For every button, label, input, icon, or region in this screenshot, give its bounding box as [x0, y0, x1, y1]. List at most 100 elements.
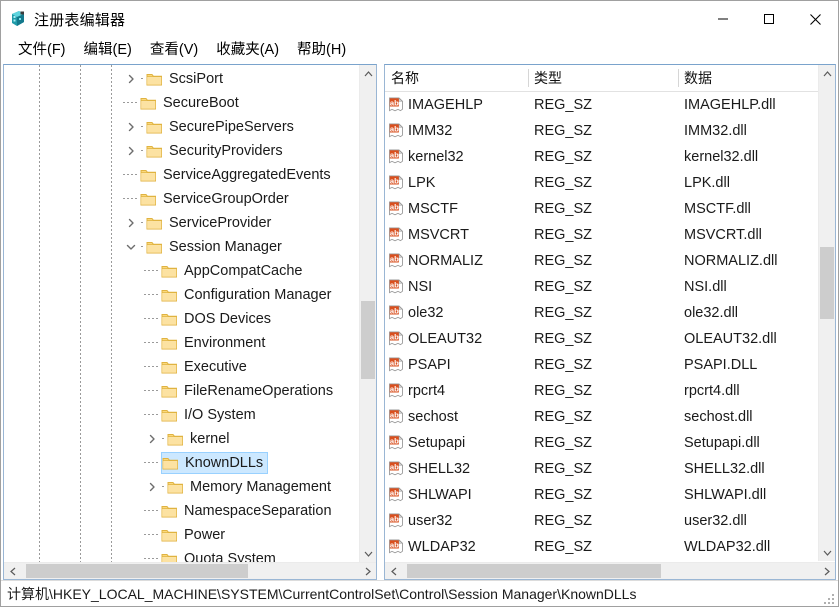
registry-value-row[interactable]: ab PSAPI REG_SZ PSAPI.DLL: [385, 352, 835, 378]
tree-node-connector: [143, 523, 161, 547]
tree-node-content[interactable]: kernel: [161, 428, 235, 450]
chevron-down-icon[interactable]: [122, 235, 140, 259]
registry-value-row[interactable]: ab kernel32 REG_SZ kernel32.dll: [385, 144, 835, 170]
tree-node-namespaceseparation[interactable]: NamespaceSeparation: [4, 499, 376, 523]
scroll-down-icon[interactable]: [360, 545, 376, 562]
chevron-right-icon[interactable]: [143, 427, 161, 451]
tree-node-content[interactable]: Power: [161, 524, 230, 546]
tree-node-content[interactable]: Session Manager: [140, 236, 287, 258]
tree-node-session-manager[interactable]: Session Manager: [4, 235, 376, 259]
registry-value-row[interactable]: ab rpcrt4 REG_SZ rpcrt4.dll: [385, 378, 835, 404]
tree-node-i-o-system[interactable]: I/O System: [4, 403, 376, 427]
tree-node-content[interactable]: SecurityProviders: [140, 140, 288, 162]
tree-node-content[interactable]: I/O System: [161, 404, 261, 426]
tree-node-content[interactable]: KnownDLLs: [161, 452, 269, 474]
registry-value-row[interactable]: ab Setupapi REG_SZ Setupapi.dll: [385, 430, 835, 456]
maximize-button[interactable]: [746, 1, 792, 37]
chevron-right-icon[interactable]: [122, 67, 140, 91]
value-data-label: SHELL32.dll: [684, 461, 765, 477]
tree-node-appcompatcache[interactable]: AppCompatCache: [4, 259, 376, 283]
tree-node-content[interactable]: FileRenameOperations: [161, 380, 338, 402]
tree-node-content[interactable]: ServiceProvider: [140, 212, 276, 234]
tree-node-content[interactable]: Memory Management: [161, 476, 336, 498]
tree-node-secureboot[interactable]: SecureBoot: [4, 91, 376, 115]
tree-node-configuration-manager[interactable]: Configuration Manager: [4, 283, 376, 307]
tree-node-power[interactable]: Power: [4, 523, 376, 547]
value-name-cell: ab MSVCRT: [385, 227, 528, 243]
tree-node-content[interactable]: NamespaceSeparation: [161, 500, 337, 522]
chevron-right-icon[interactable]: [122, 211, 140, 235]
tree-node-content[interactable]: SecurePipeServers: [140, 116, 299, 138]
minimize-button[interactable]: [700, 1, 746, 37]
tree-scroll-thumb[interactable]: [361, 301, 375, 379]
tree-node-dos-devices[interactable]: DOS Devices: [4, 307, 376, 331]
registry-value-row[interactable]: ab NORMALIZ REG_SZ NORMALIZ.dll: [385, 248, 835, 274]
tree-node-quota-system[interactable]: Quota System: [4, 547, 376, 562]
tree-node-content[interactable]: DOS Devices: [161, 308, 276, 330]
registry-value-row[interactable]: ab IMAGEHLP REG_SZ IMAGEHLP.dll: [385, 92, 835, 118]
tree-vertical-scrollbar[interactable]: [359, 65, 376, 562]
tree-node-executive[interactable]: Executive: [4, 355, 376, 379]
tree-node-content[interactable]: ServiceAggregatedEvents: [140, 164, 336, 186]
window-title: 注册表编辑器: [34, 11, 126, 29]
chevron-right-icon[interactable]: [122, 139, 140, 163]
menu-help[interactable]: 帮助(H): [288, 39, 355, 62]
tree-node-content[interactable]: Environment: [161, 332, 270, 354]
column-header-data[interactable]: 数据: [678, 65, 835, 91]
tree-node-filerenameoperations[interactable]: FileRenameOperations: [4, 379, 376, 403]
scroll-right-icon[interactable]: [818, 563, 835, 579]
tree-node-knowndlls[interactable]: KnownDLLs: [4, 451, 376, 475]
tree-node-securepipeservers[interactable]: SecurePipeServers: [4, 115, 376, 139]
tree-node-serviceprovider[interactable]: ServiceProvider: [4, 211, 376, 235]
tree-node-servicegrouporder[interactable]: ServiceGroupOrder: [4, 187, 376, 211]
registry-value-row[interactable]: ab user32 REG_SZ user32.dll: [385, 508, 835, 534]
list-scroll-thumb[interactable]: [820, 247, 834, 319]
scroll-down-icon[interactable]: [819, 544, 835, 561]
tree-node-serviceaggregatedevents[interactable]: ServiceAggregatedEvents: [4, 163, 376, 187]
tree-node-content[interactable]: Executive: [161, 356, 252, 378]
registry-value-row[interactable]: ab IMM32 REG_SZ IMM32.dll: [385, 118, 835, 144]
menu-favorites[interactable]: 收藏夹(A): [207, 39, 288, 62]
list-hscroll-thumb[interactable]: [407, 564, 661, 578]
tree-node-content[interactable]: SecureBoot: [140, 92, 244, 114]
tree-node-content[interactable]: Configuration Manager: [161, 284, 337, 306]
list-vertical-scrollbar[interactable]: [818, 65, 835, 561]
menu-view[interactable]: 查看(V): [141, 39, 207, 62]
menu-file[interactable]: 文件(F): [9, 39, 75, 62]
scroll-left-icon[interactable]: [4, 563, 21, 579]
list-horizontal-scrollbar[interactable]: [385, 562, 835, 579]
registry-value-row[interactable]: ab ole32 REG_SZ ole32.dll: [385, 300, 835, 326]
column-header-name[interactable]: 名称: [385, 65, 528, 91]
chevron-right-icon[interactable]: [143, 475, 161, 499]
close-button[interactable]: [792, 1, 838, 37]
tree-node-content[interactable]: ScsiPort: [140, 68, 228, 90]
tree-node-content[interactable]: ServiceGroupOrder: [140, 188, 294, 210]
registry-value-row[interactable]: ab sechost REG_SZ sechost.dll: [385, 404, 835, 430]
registry-value-row[interactable]: ab WLDAP32 REG_SZ WLDAP32.dll: [385, 534, 835, 560]
scroll-right-icon[interactable]: [359, 563, 376, 579]
tree-node-kernel[interactable]: kernel: [4, 427, 376, 451]
tree-node-environment[interactable]: Environment: [4, 331, 376, 355]
tree-hscroll-thumb[interactable]: [26, 564, 248, 578]
tree-node-securityproviders[interactable]: SecurityProviders: [4, 139, 376, 163]
scroll-up-icon[interactable]: [819, 65, 835, 82]
tree-node-memory-management[interactable]: Memory Management: [4, 475, 376, 499]
registry-value-row[interactable]: ab MSVCRT REG_SZ MSVCRT.dll: [385, 222, 835, 248]
column-header-type[interactable]: 类型: [528, 65, 678, 91]
registry-value-row[interactable]: ab LPK REG_SZ LPK.dll: [385, 170, 835, 196]
scroll-left-icon[interactable]: [385, 563, 402, 579]
scroll-up-icon[interactable]: [360, 65, 376, 82]
registry-value-row[interactable]: ab SHLWAPI REG_SZ SHLWAPI.dll: [385, 482, 835, 508]
registry-value-row[interactable]: ab SHELL32 REG_SZ SHELL32.dll: [385, 456, 835, 482]
value-type-label: REG_SZ: [534, 409, 593, 425]
menu-edit[interactable]: 编辑(E): [75, 39, 141, 62]
tree-horizontal-scrollbar[interactable]: [4, 562, 376, 579]
tree-node-scsiport[interactable]: ScsiPort: [4, 67, 376, 91]
tree-node-content[interactable]: Quota System: [161, 548, 281, 562]
registry-value-row[interactable]: ab NSI REG_SZ NSI.dll: [385, 274, 835, 300]
tree-node-content[interactable]: AppCompatCache: [161, 260, 308, 282]
resize-grip-icon[interactable]: [824, 592, 835, 604]
chevron-right-icon[interactable]: [122, 115, 140, 139]
registry-value-row[interactable]: ab OLEAUT32 REG_SZ OLEAUT32.dll: [385, 326, 835, 352]
registry-value-row[interactable]: ab MSCTF REG_SZ MSCTF.dll: [385, 196, 835, 222]
